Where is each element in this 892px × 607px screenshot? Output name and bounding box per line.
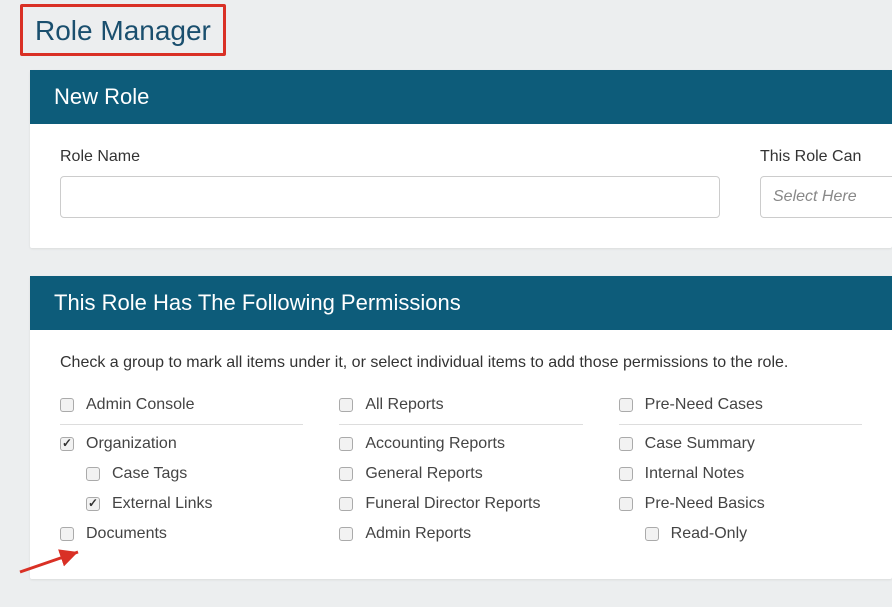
permission-item[interactable]: Organization: [60, 429, 303, 459]
permission-label: Pre-Need Basics: [645, 495, 765, 513]
permissions-panel: This Role Has The Following Permissions …: [30, 276, 892, 579]
permission-item[interactable]: Admin Console: [60, 390, 303, 425]
checkbox[interactable]: [619, 437, 633, 451]
permission-label: Case Summary: [645, 435, 755, 453]
permissions-column-3: Pre-Need Cases Case Summary Internal Notes…: [619, 390, 862, 549]
checkbox[interactable]: [60, 437, 74, 451]
role-name-input[interactable]: [60, 176, 720, 218]
permission-item[interactable]: Case Summary: [619, 429, 862, 459]
new-role-header: New Role: [30, 70, 892, 124]
permission-item[interactable]: General Reports: [339, 459, 582, 489]
permission-label: Read-Only: [671, 525, 747, 543]
checkbox[interactable]: [339, 398, 353, 412]
permission-label: Funeral Director Reports: [365, 495, 540, 513]
permissions-header: This Role Has The Following Permissions: [30, 276, 892, 330]
checkbox[interactable]: [619, 497, 633, 511]
permission-label: Admin Console: [86, 396, 195, 414]
checkbox[interactable]: [339, 437, 353, 451]
permission-item[interactable]: External Links: [60, 489, 303, 519]
checkbox[interactable]: [619, 398, 633, 412]
checkbox[interactable]: [60, 398, 74, 412]
permission-item[interactable]: Funeral Director Reports: [339, 489, 582, 519]
checkbox[interactable]: [339, 467, 353, 481]
role-can-placeholder: Select Here: [773, 188, 857, 206]
permission-item[interactable]: Pre-Need Basics: [619, 489, 862, 519]
permission-label: All Reports: [365, 396, 443, 414]
permission-item[interactable]: Admin Reports: [339, 519, 582, 549]
page-title: Role Manager: [20, 4, 226, 56]
checkbox[interactable]: [645, 527, 659, 541]
permission-item[interactable]: All Reports: [339, 390, 582, 425]
checkbox[interactable]: [339, 527, 353, 541]
role-name-label: Role Name: [60, 148, 720, 166]
checkbox[interactable]: [619, 467, 633, 481]
new-role-panel: New Role Role Name This Role Can Select …: [30, 70, 892, 248]
checkbox[interactable]: [86, 467, 100, 481]
permission-item[interactable]: Case Tags: [60, 459, 303, 489]
permission-label: Accounting Reports: [365, 435, 505, 453]
role-can-label: This Role Can: [760, 148, 892, 166]
permission-item[interactable]: Internal Notes: [619, 459, 862, 489]
permission-item[interactable]: Read-Only: [619, 519, 862, 549]
permission-label: Admin Reports: [365, 525, 471, 543]
permission-label: Organization: [86, 435, 177, 453]
permission-label: Case Tags: [112, 465, 187, 483]
permission-label: Documents: [86, 525, 167, 543]
permission-label: Internal Notes: [645, 465, 745, 483]
permission-label: External Links: [112, 495, 213, 513]
permission-item[interactable]: Pre-Need Cases: [619, 390, 862, 425]
permission-label: General Reports: [365, 465, 482, 483]
checkbox[interactable]: [60, 527, 74, 541]
permissions-intro: Check a group to mark all items under it…: [60, 354, 862, 372]
permission-label: Pre-Need Cases: [645, 396, 763, 414]
checkbox[interactable]: [86, 497, 100, 511]
role-can-select[interactable]: Select Here: [760, 176, 892, 218]
permission-item[interactable]: Documents: [60, 519, 303, 549]
checkbox[interactable]: [339, 497, 353, 511]
permissions-column-1: Admin Console Organization Case Tags Extern…: [60, 390, 303, 549]
permission-item[interactable]: Accounting Reports: [339, 429, 582, 459]
permissions-column-2: All Reports Accounting Reports General Rep…: [339, 390, 582, 549]
